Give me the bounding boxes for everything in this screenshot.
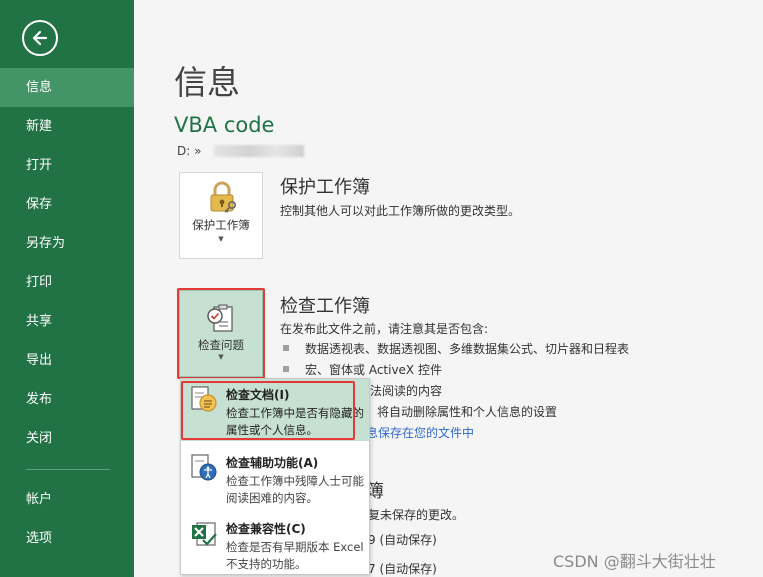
redacted-path bbox=[214, 145, 304, 157]
inspect-link-partial[interactable]: 息保存在您的文件中 bbox=[366, 424, 474, 441]
watermark-text: CSDN @翻斗大街壮壮 bbox=[553, 552, 716, 571]
version-entry[interactable]: 9 (自动保存) bbox=[368, 531, 437, 548]
sidebar-item-info[interactable]: 信息 bbox=[0, 68, 134, 107]
accessibility-check-icon bbox=[191, 454, 217, 481]
inspect-workbook-title: 检查工作簿 bbox=[280, 296, 370, 317]
menu-item-title: 检查辅助功能(A) bbox=[226, 456, 319, 470]
compatibility-check-icon bbox=[192, 522, 217, 546]
back-button[interactable] bbox=[22, 20, 58, 56]
sidebar-item-close[interactable]: 关闭 bbox=[0, 419, 134, 458]
backstage-sidebar: 信息 新建 打开 保存 另存为 打印 共享 导出 发布 关闭 帐户 选项 bbox=[0, 0, 134, 577]
sidebar-divider bbox=[26, 469, 110, 470]
document-name: VBA code bbox=[174, 113, 275, 137]
inspect-bullet-3-partial: 法阅读的内容 bbox=[370, 384, 443, 398]
protect-workbook-desc: 控制其他人可以对此工作簿所做的更改类型。 bbox=[280, 204, 521, 218]
bullet-marker bbox=[283, 345, 289, 351]
sidebar-item-open[interactable]: 打开 bbox=[0, 146, 134, 185]
sidebar-item-options[interactable]: 选项 bbox=[0, 519, 134, 558]
back-arrow-icon bbox=[32, 30, 48, 46]
protect-workbook-button[interactable]: 保护工作簿 ▼ bbox=[179, 172, 263, 259]
menu-item-check-accessibility[interactable]: 检查辅助功能(A) 检查工作簿中残障人士可能阅读困难的内容。 bbox=[181, 447, 369, 509]
menu-item-check-compatibility[interactable]: 检查兼容性(C) 检查是否有早期版本 Excel 不支持的功能。 bbox=[181, 513, 369, 575]
sidebar-bottom-nav: 帐户 选项 bbox=[0, 480, 134, 558]
sidebar-item-new[interactable]: 新建 bbox=[0, 107, 134, 146]
versions-desc-partial: 复未保存的更改。 bbox=[368, 508, 465, 522]
annotation-highlight-box bbox=[177, 288, 265, 379]
protect-workbook-title: 保护工作簿 bbox=[280, 177, 370, 198]
sidebar-item-publish[interactable]: 发布 bbox=[0, 380, 134, 419]
sidebar-item-save-as[interactable]: 另存为 bbox=[0, 224, 134, 263]
sidebar-item-save[interactable]: 保存 bbox=[0, 185, 134, 224]
protect-workbook-label: 保护工作簿 bbox=[192, 218, 250, 232]
sidebar-item-print[interactable]: 打印 bbox=[0, 263, 134, 302]
menu-item-desc: 检查是否有早期版本 Excel 不支持的功能。 bbox=[226, 540, 364, 571]
menu-item-desc: 检查工作簿中残障人士可能阅读困难的内容。 bbox=[226, 474, 364, 505]
inspect-setting-partial: 将自动删除属性和个人信息的设置 bbox=[377, 405, 558, 419]
sidebar-item-export[interactable]: 导出 bbox=[0, 341, 134, 380]
page-title: 信息 bbox=[174, 63, 240, 102]
document-path[interactable]: D: » bbox=[177, 144, 201, 158]
sidebar-item-share[interactable]: 共享 bbox=[0, 302, 134, 341]
version-entry[interactable]: 7 (自动保存) bbox=[368, 560, 437, 577]
inspect-bullet-2: 宏、窗体或 ActiveX 控件 bbox=[305, 363, 442, 377]
sidebar-nav: 信息 新建 打开 保存 另存为 打印 共享 导出 发布 关闭 bbox=[0, 68, 134, 458]
sidebar-item-account[interactable]: 帐户 bbox=[0, 480, 134, 519]
inspect-workbook-desc: 在发布此文件之前，请注意其是否包含: bbox=[280, 322, 489, 336]
inspect-bullet-1: 数据透视表、数据透视图、多维数据集公式、切片器和日程表 bbox=[305, 342, 630, 356]
chevron-down-icon: ▼ bbox=[218, 235, 224, 243]
bullet-marker bbox=[283, 366, 289, 372]
annotation-highlight-box bbox=[181, 381, 355, 440]
lock-key-icon bbox=[210, 181, 236, 213]
menu-item-title: 检查兼容性(C) bbox=[226, 522, 306, 536]
